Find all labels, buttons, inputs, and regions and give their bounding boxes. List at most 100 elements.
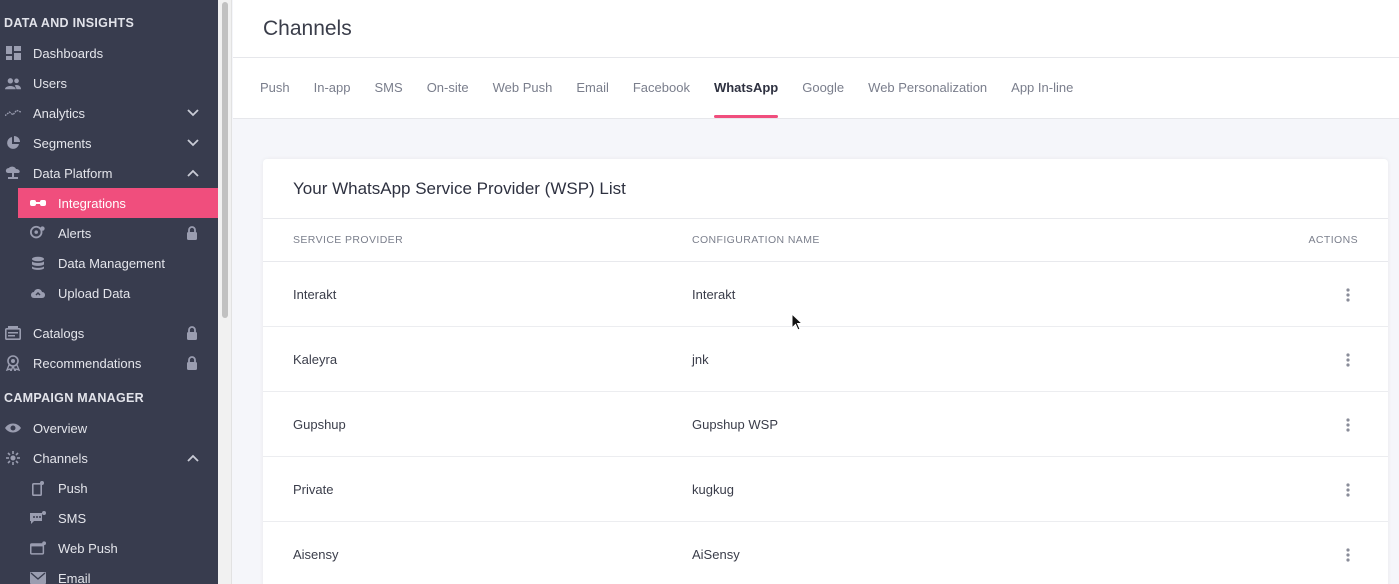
sidebar-item-dashboards[interactable]: Dashboards (0, 38, 218, 68)
mobile-push-icon (30, 480, 46, 496)
column-header-actions: ACTIONS (1308, 234, 1358, 246)
chevron-down-icon[interactable] (186, 136, 200, 150)
sidebar-item-catalogs[interactable]: Catalogs (0, 318, 218, 348)
service-provider-cell: Interakt (293, 286, 337, 302)
sidebar-scrollbar[interactable] (218, 0, 232, 584)
sidebar-item-data-platform[interactable]: Data Platform (0, 158, 218, 188)
mouse-cursor-icon (791, 312, 804, 331)
lock-icon (186, 356, 198, 370)
sidebar-item-label: Users (33, 75, 67, 91)
sidebar-item-label: Push (58, 480, 88, 496)
sidebar-item-email[interactable]: Email (0, 563, 218, 584)
eye-icon (5, 421, 21, 435)
tab-app-in-line[interactable]: App In-line (999, 58, 1085, 118)
web-push-icon (30, 541, 46, 555)
tab-whatsapp[interactable]: WhatsApp (702, 58, 790, 118)
table-row: Aisensy AiSensy (263, 522, 1388, 584)
alerts-icon (30, 225, 46, 240)
more-actions-icon[interactable] (1346, 288, 1350, 302)
more-actions-icon[interactable] (1346, 353, 1350, 367)
channels-icon (5, 451, 21, 465)
database-icon (30, 256, 46, 270)
more-actions-icon[interactable] (1346, 548, 1350, 562)
sidebar-item-integrations[interactable]: Integrations (18, 188, 218, 218)
sidebar-item-segments[interactable]: Segments (0, 128, 218, 158)
section-campaign-manager: CAMPAIGN MANAGER (4, 391, 144, 405)
sidebar-item-analytics[interactable]: Analytics (0, 98, 218, 128)
configuration-name-cell: Gupshup WSP (692, 416, 778, 432)
sidebar-item-label: Segments (33, 135, 92, 151)
tab-sms[interactable]: SMS (363, 58, 415, 118)
catalog-icon (5, 326, 21, 340)
recommendations-icon (5, 355, 21, 371)
sidebar-item-label: Analytics (33, 105, 86, 121)
configuration-name-cell: jnk (692, 351, 709, 367)
dashboard-icon (5, 46, 21, 60)
sidebar-item-label: Data Platform (33, 165, 113, 181)
sidebar-item-recommendations[interactable]: Recommendations (0, 348, 218, 378)
sidebar-item-overview[interactable]: Overview (0, 413, 218, 443)
sidebar-item-push[interactable]: Push (0, 473, 218, 503)
tab-email[interactable]: Email (564, 58, 621, 118)
service-provider-cell: Kaleyra (293, 351, 338, 367)
sidebar-item-label: Upload Data (58, 285, 131, 301)
sidebar-item-label: Catalogs (33, 325, 85, 341)
page-header: Channels (233, 0, 1399, 58)
sidebar-item-upload-data[interactable]: Upload Data (0, 278, 218, 308)
table-row: Private kugkug (263, 457, 1388, 522)
chevron-down-icon[interactable] (186, 106, 200, 120)
service-provider-cell: Private (293, 481, 334, 497)
table-row: Gupshup Gupshup WSP (263, 392, 1388, 457)
sidebar-item-sms[interactable]: SMS (0, 503, 218, 533)
tab-web-personalization[interactable]: Web Personalization (856, 58, 999, 118)
lock-icon (186, 226, 198, 240)
table-row: Interakt Interakt (263, 262, 1388, 327)
sidebar-item-label: SMS (58, 510, 87, 526)
sidebar: DATA AND INSIGHTS Dashboards Users Analy… (0, 0, 218, 584)
integrations-icon (30, 196, 46, 210)
sidebar-item-label: Web Push (58, 540, 118, 556)
scrollbar-thumb[interactable] (222, 2, 228, 318)
chevron-up-icon[interactable] (186, 451, 200, 465)
card-title: Your WhatsApp Service Provider (WSP) Lis… (263, 159, 1388, 219)
service-provider-cell: Aisensy (293, 546, 339, 562)
sidebar-item-label: Alerts (58, 225, 92, 241)
sidebar-item-users[interactable]: Users (0, 68, 218, 98)
configuration-name-cell: kugkug (692, 481, 734, 497)
tab-google[interactable]: Google (790, 58, 856, 118)
sidebar-item-label: Overview (33, 420, 88, 436)
sms-icon (30, 511, 46, 525)
sidebar-item-label: Channels (33, 450, 88, 466)
email-icon (30, 571, 46, 584)
cloud-upload-icon (30, 286, 46, 300)
table-row: Kaleyra jnk (263, 327, 1388, 392)
tab-push[interactable]: Push (248, 58, 302, 118)
tab-facebook[interactable]: Facebook (621, 58, 702, 118)
column-header-service-provider: SERVICE PROVIDER (293, 234, 404, 246)
page-title: Channels (263, 17, 352, 40)
lock-icon (186, 326, 198, 340)
service-provider-cell: Gupshup (293, 416, 346, 432)
column-header-configuration-name: CONFIGURATION NAME (692, 234, 820, 246)
table-header: SERVICE PROVIDER CONFIGURATION NAME ACTI… (263, 219, 1388, 262)
tab-web-push[interactable]: Web Push (481, 58, 565, 118)
tab-in-app[interactable]: In-app (302, 58, 363, 118)
channel-tabs: Push In-app SMS On-site Web Push Email F… (233, 58, 1399, 119)
sidebar-item-label: Dashboards (33, 45, 104, 61)
sidebar-item-web-push[interactable]: Web Push (0, 533, 218, 563)
sidebar-item-label: Email (58, 570, 91, 584)
analytics-icon (5, 106, 21, 120)
sidebar-item-data-management[interactable]: Data Management (0, 248, 218, 278)
sidebar-item-alerts[interactable]: Alerts (0, 218, 218, 248)
wsp-list-card: Your WhatsApp Service Provider (WSP) Lis… (263, 159, 1388, 584)
sidebar-item-label: Integrations (58, 195, 126, 211)
more-actions-icon[interactable] (1346, 483, 1350, 497)
configuration-name-cell: Interakt (692, 286, 736, 302)
tab-on-site[interactable]: On-site (415, 58, 481, 118)
chevron-up-icon[interactable] (186, 166, 200, 180)
configuration-name-cell: AiSensy (692, 546, 740, 562)
sidebar-item-label: Recommendations (33, 355, 142, 371)
sidebar-item-channels[interactable]: Channels (0, 443, 218, 473)
sidebar-item-label: Data Management (58, 255, 165, 271)
more-actions-icon[interactable] (1346, 418, 1350, 432)
